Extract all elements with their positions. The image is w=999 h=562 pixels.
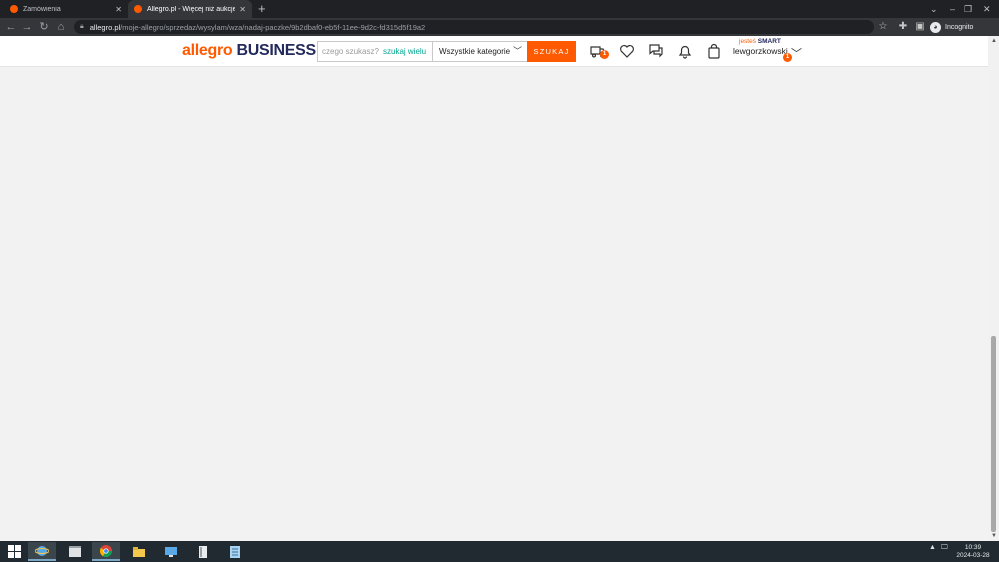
smart-prefix: jesteś [739,38,758,45]
incognito-icon: ◕ [930,21,941,33]
network-icon[interactable] [157,542,185,561]
tab-zamowienia[interactable]: Zamówienia ✕ [4,0,128,18]
forward-arrow-icon[interactable]: → [20,20,34,34]
url-path: /moje-allegro/sprzedaz/wysylam/wza/nadaj… [120,22,426,32]
clock-date: 2024-03-28 [956,552,990,559]
windows-taskbar: ▲ 🖵︎ 10:39 2024-03-28 [0,541,999,562]
close-tab-icon[interactable]: ✕ [239,5,246,14]
search-input[interactable] [318,42,380,61]
scroll-up-arrow-icon[interactable]: ▲ [991,38,997,44]
category-select[interactable]: Wszystkie kategorie ﹀ [432,42,528,61]
username[interactable]: lewgorzkowski [733,46,788,56]
address-bar[interactable]: 🔒︎ allegro.pl /moje-allegro/sprzedaz/wys… [74,20,874,34]
puzzle-icon[interactable]: ✚ [896,20,910,34]
allegro-favicon-icon [134,5,142,13]
chevron-down-icon[interactable]: ﹀ [791,45,802,61]
lock-icon[interactable]: 🔒︎ [80,23,84,31]
multi-search-link[interactable]: szukaj wielu [380,42,432,61]
bag-icon[interactable] [706,43,722,59]
messages-icon[interactable] [648,43,664,59]
browser-toolbar: ← → ↻ ⌂ 🔒︎ allegro.pl /moje-allegro/sprz… [0,18,999,36]
start-icon[interactable] [0,542,28,561]
home-icon[interactable]: ⌂ [54,20,68,34]
maximize-icon[interactable]: ❐ [964,0,972,18]
clock-time: 10:39 [964,544,982,551]
delivery-truck-icon[interactable]: 1 [590,43,609,59]
chevron-down-icon: ﹀ [512,46,522,56]
allegro-header: allegro BUSINESS szukaj wielu Wszystkie … [0,36,988,67]
url-domain: allegro.pl [89,22,121,32]
internet-explorer-icon[interactable] [28,542,56,561]
logo-text-allegro: allegro [182,42,233,59]
tab-allegro[interactable]: Allegro.pl - Więcej niż aukcje. Najlepsz… [128,0,252,18]
new-tab-plus-icon[interactable]: + [258,1,266,16]
terminal-icon[interactable] [189,542,217,561]
browser-tab-strip: Zamówienia ✕ Allegro.pl - Więcej niż auk… [0,0,999,18]
close-window-icon[interactable]: ✕ [983,0,991,18]
star-icon[interactable]: ☆ [876,20,890,34]
scroll-down-arrow-icon[interactable]: ▼ [991,533,997,539]
smart-label: SMART [757,38,781,45]
chrome-icon[interactable] [92,542,120,561]
file-explorer-icon[interactable] [125,542,153,561]
minimize-icon[interactable]: – [950,0,955,18]
page-viewport: allegro BUSINESS szukaj wielu Wszystkie … [0,36,999,541]
heart-icon[interactable] [619,43,635,59]
network-tray-icon[interactable]: 🖵︎ [941,544,948,552]
scrollbar-thumb[interactable] [991,336,996,532]
logo-text-business: BUSINESS [232,42,317,59]
movies-tv-icon[interactable] [61,542,89,561]
allegro-business-logo[interactable]: allegro BUSINESS [182,42,316,60]
reload-icon[interactable]: ↻ [37,20,51,34]
allegro-favicon-icon [10,5,18,13]
search-button[interactable]: SZUKAJ [527,41,576,62]
tab-title: Allegro.pl - Więcej niż aukcje. Najlepsz… [147,5,236,13]
profile-label: Incognito [945,23,974,31]
tab-title: Zamówienia [23,5,61,13]
tab-search-chevron-icon[interactable]: ⌄ [930,0,938,18]
page-scrollbar[interactable]: ▲ ▼ [988,36,999,541]
back-arrow-icon[interactable]: ← [4,20,18,34]
tray-chevron-up-icon[interactable]: ▲ [929,544,936,551]
notepad-icon[interactable] [221,542,249,561]
category-selected-label: Wszystkie kategorie [439,47,511,56]
taskbar-clock[interactable]: 10:39 2024-03-28 [955,544,991,560]
cart-badge: 1 [600,50,609,59]
smart-status[interactable]: jesteś SMART [739,38,781,45]
incognito-profile[interactable]: ◕ Incognito [930,20,973,34]
bell-icon[interactable] [677,43,693,59]
close-tab-icon[interactable]: ✕ [115,5,122,14]
side-panel-icon[interactable]: ▣ [913,20,927,34]
